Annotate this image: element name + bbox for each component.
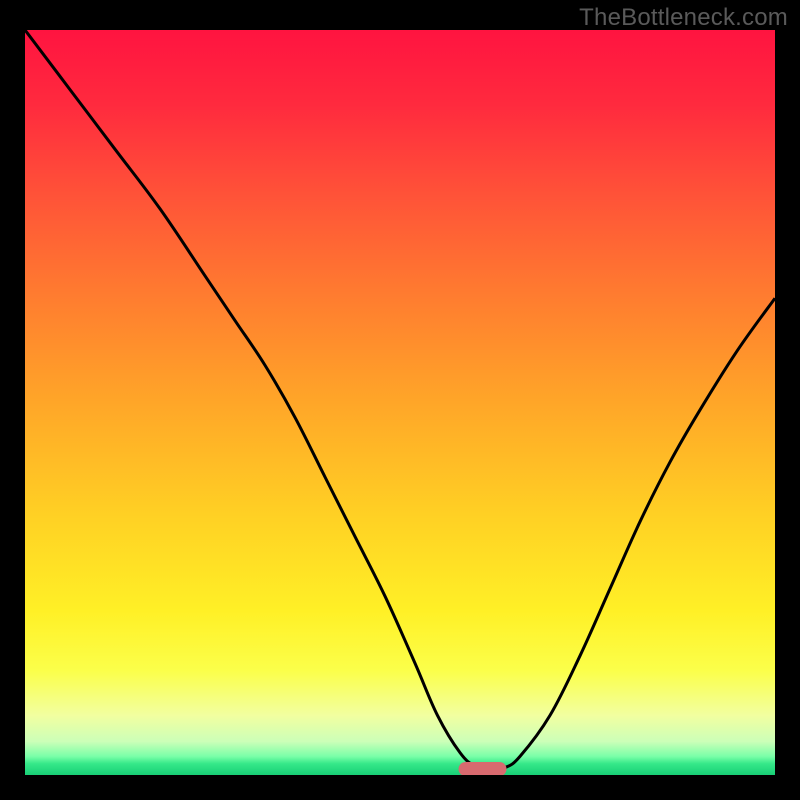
bottleneck-chart bbox=[25, 30, 775, 775]
watermark-text: TheBottleneck.com bbox=[579, 4, 788, 32]
chart-frame: TheBottleneck.com bbox=[0, 0, 800, 800]
optimal-marker bbox=[459, 762, 507, 775]
plot-area bbox=[25, 30, 775, 775]
gradient-background bbox=[25, 30, 775, 775]
